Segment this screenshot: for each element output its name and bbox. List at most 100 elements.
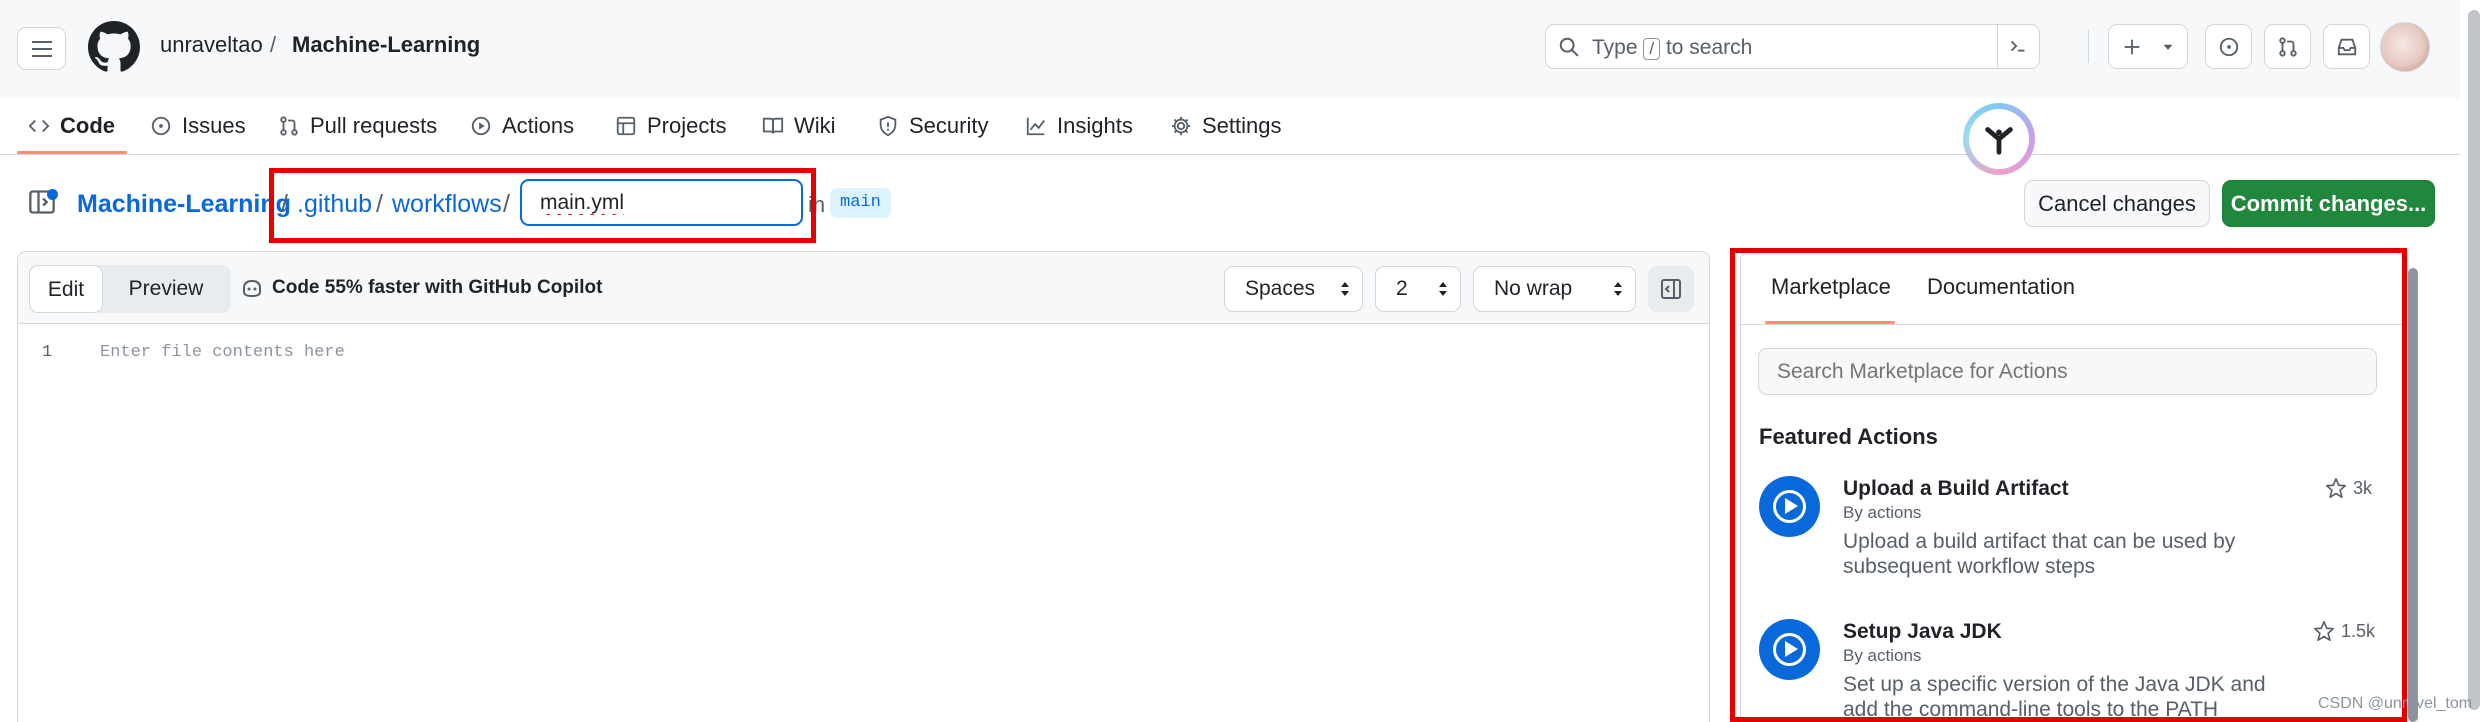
- action-author: By actions: [1843, 646, 1922, 665]
- branch-in-label: in: [808, 192, 826, 217]
- commit-changes-button[interactable]: Commit changes...: [2222, 180, 2435, 227]
- tab-insights[interactable]: Insights: [1025, 108, 1133, 144]
- shield-icon: [879, 115, 897, 137]
- action-play-icon: [1759, 476, 1820, 537]
- extension-logo-icon: [1969, 109, 2029, 169]
- global-search-input[interactable]: Type / to search: [1545, 24, 2040, 69]
- tab-security[interactable]: Security: [877, 108, 988, 144]
- tab-projects-label: Projects: [647, 113, 727, 138]
- sidebar-collapse-icon: [1661, 279, 1681, 299]
- tab-actions[interactable]: Actions: [470, 108, 574, 144]
- indent-mode-value: Spaces: [1245, 277, 1316, 300]
- select-arrows-icon: [1614, 282, 1622, 296]
- action-description: Set up a specific version of the Java JD…: [1843, 673, 2266, 721]
- toggle-sidebar-button[interactable]: [1648, 266, 1694, 312]
- repo-name-link[interactable]: Machine-Learning: [292, 32, 480, 58]
- tab-insights-label: Insights: [1057, 113, 1133, 138]
- issues-button[interactable]: [2205, 24, 2252, 69]
- breadcrumb-separator: /: [376, 190, 383, 218]
- user-avatar[interactable]: [2380, 22, 2430, 72]
- breadcrumb-repo-link[interactable]: Machine-Learning: [77, 190, 291, 219]
- editor-placeholder[interactable]: Enter file contents here: [100, 343, 345, 362]
- tab-pull-requests[interactable]: Pull requests: [278, 108, 437, 144]
- menu-button[interactable]: [17, 27, 66, 70]
- action-author: By actions: [1843, 503, 1922, 522]
- indent-mode-select[interactable]: Spaces: [1224, 266, 1363, 312]
- wrap-mode-select[interactable]: No wrap: [1473, 266, 1636, 312]
- terminal-icon: [2010, 40, 2025, 52]
- watermark-text: CSDN @unravel_tom: [2318, 695, 2473, 712]
- breadcrumb-github-dir-link[interactable]: .github: [297, 190, 372, 219]
- panel-scrollbar[interactable]: [2408, 268, 2418, 722]
- star-count: 3k: [2353, 477, 2373, 498]
- copilot-promo-link[interactable]: Code 55% faster with GitHub Copilot: [240, 276, 602, 300]
- repo-path-separator: /: [270, 32, 277, 57]
- command-palette-button[interactable]: [1997, 25, 2039, 68]
- featured-actions-heading: Featured Actions: [1759, 424, 1938, 449]
- filename-input[interactable]: [520, 179, 803, 226]
- action-stars: 1.5k: [2313, 620, 2375, 642]
- tab-settings-label: Settings: [1202, 113, 1282, 138]
- action-name-link[interactable]: Setup Java JDK: [1843, 620, 2002, 644]
- indent-size-select[interactable]: 2: [1375, 266, 1461, 312]
- copilot-promo-text: Code 55% faster with GitHub Copilot: [272, 277, 603, 298]
- code-icon: [28, 119, 50, 133]
- tab-projects[interactable]: Projects: [615, 108, 726, 144]
- search-icon: [1559, 37, 1579, 57]
- notification-dot: [47, 189, 58, 200]
- tab-issues-label: Issues: [182, 113, 246, 138]
- play-icon: [471, 116, 491, 136]
- wrap-mode-value: No wrap: [1494, 277, 1573, 300]
- page-scrollbar[interactable]: [2468, 10, 2480, 710]
- star-count: 1.5k: [2341, 620, 2376, 641]
- repo-owner-link[interactable]: unraveltao: [160, 32, 263, 58]
- hamburger-icon: [32, 41, 52, 43]
- tab-code[interactable]: Code: [28, 108, 115, 144]
- github-logo-icon[interactable]: [88, 21, 140, 73]
- tab-wiki[interactable]: Wiki: [762, 108, 836, 144]
- search-shortcut-key: /: [1643, 38, 1661, 60]
- create-new-button[interactable]: [2108, 24, 2188, 69]
- action-stars: 3k: [2325, 477, 2372, 499]
- search-suffix-text: to search: [1665, 36, 1753, 59]
- breadcrumb-separator: /: [281, 190, 288, 218]
- marketplace-panel: Marketplace Documentation Featured Actio…: [1740, 251, 2403, 722]
- star-icon: [2314, 621, 2334, 641]
- issue-opened-icon: [151, 116, 171, 136]
- tab-actions-label: Actions: [502, 113, 575, 138]
- breadcrumb-separator: /: [503, 190, 510, 218]
- marketplace-search-input[interactable]: [1758, 348, 2377, 395]
- tab-settings[interactable]: Settings: [1170, 108, 1282, 144]
- pull-requests-button[interactable]: [2264, 24, 2311, 69]
- issue-opened-icon: [2219, 37, 2239, 57]
- panel-tab-border: [1741, 324, 2402, 325]
- action-description: Upload a build artifact that can be used…: [1843, 530, 2236, 578]
- action-name-link[interactable]: Upload a Build Artifact: [1843, 477, 2069, 501]
- repo-nav-border: [0, 154, 2460, 155]
- graph-icon: [1026, 117, 1045, 136]
- tab-documentation[interactable]: Documentation: [1927, 274, 2075, 300]
- git-pull-request-icon: [280, 116, 298, 136]
- tab-issues[interactable]: Issues: [150, 108, 246, 144]
- triangle-down-icon: [2163, 44, 2173, 50]
- copilot-icon: [243, 279, 261, 298]
- hamburger-icon-line: [32, 55, 52, 57]
- tab-wiki-label: Wiki: [794, 113, 836, 138]
- tab-preview[interactable]: Preview: [109, 265, 223, 313]
- cancel-changes-button[interactable]: Cancel changes: [2024, 180, 2210, 227]
- editor-toolbar: Edit Preview Code 55% faster with GitHub…: [18, 252, 1709, 324]
- star-icon: [2326, 478, 2346, 498]
- plus-icon: [2124, 39, 2140, 55]
- tab-marketplace[interactable]: Marketplace: [1771, 274, 1891, 300]
- select-arrows-icon: [1341, 282, 1349, 296]
- hamburger-icon-line: [32, 48, 52, 50]
- breadcrumb-workflows-dir-link[interactable]: workflows: [392, 190, 502, 219]
- browser-extension-badge[interactable]: [1963, 103, 2035, 175]
- tab-edit[interactable]: Edit: [29, 265, 103, 313]
- book-icon: [762, 117, 784, 134]
- code-editor: Edit Preview Code 55% faster with GitHub…: [17, 251, 1710, 722]
- inbox-button[interactable]: [2323, 24, 2370, 69]
- search-prefix-text: Type: [1592, 36, 1638, 59]
- edit-preview-toggle: Edit Preview: [29, 265, 231, 313]
- tab-code-label: Code: [60, 113, 115, 138]
